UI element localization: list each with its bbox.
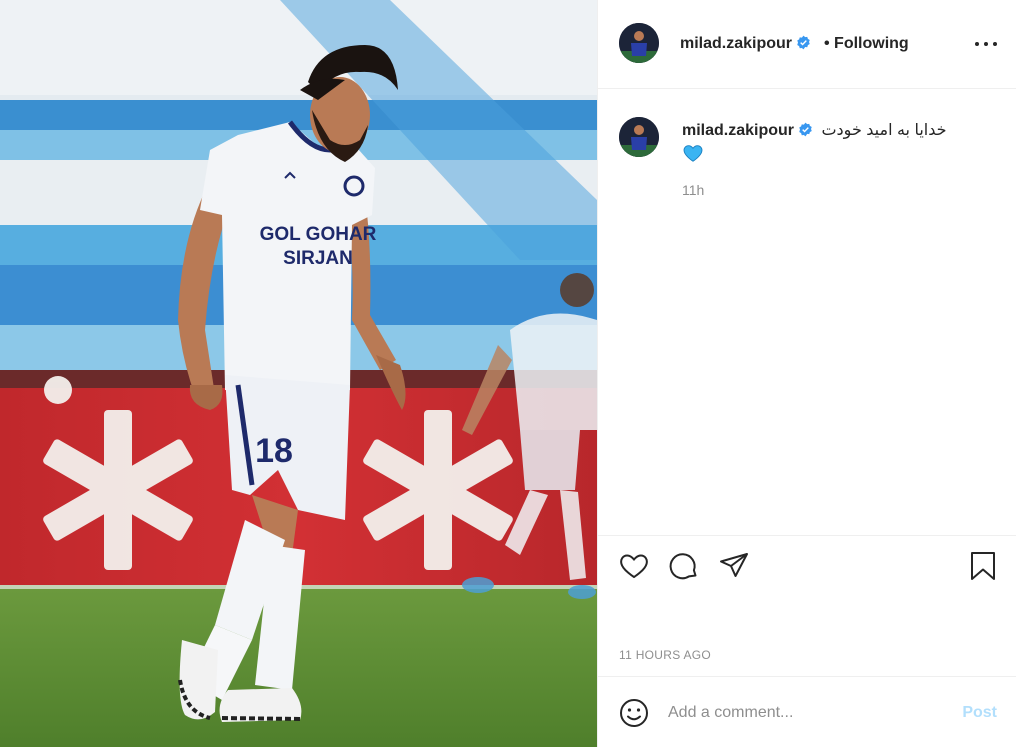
more-options-icon[interactable]: [975, 36, 997, 52]
paper-plane-icon: [720, 553, 748, 577]
post-photo[interactable]: GOL GOHAR SIRJAN 18: [0, 0, 597, 747]
username-text[interactable]: milad.zakipour: [680, 35, 792, 52]
jersey-number: 18: [255, 432, 293, 470]
post-side-panel: milad.zakipour • Following milad.zakipou…: [597, 0, 1016, 747]
avatar[interactable]: [619, 23, 659, 63]
like-button[interactable]: [618, 550, 650, 582]
verified-badge-icon: [799, 122, 812, 137]
comment-bubble-icon: [669, 553, 697, 580]
following-button[interactable]: • Following: [824, 35, 909, 53]
caption-line: milad.zakipour خدایا به امید خودت: [682, 120, 947, 140]
action-bar: [598, 535, 1016, 595]
comment-bar: Post: [598, 676, 1016, 747]
caption-time[interactable]: 11h: [682, 182, 704, 198]
jersey-sponsor-line1: GOL GOHAR: [260, 224, 377, 245]
caption-avatar[interactable]: [619, 117, 659, 157]
bookmark-icon: [971, 552, 995, 580]
post-photo-illustration: GOL GOHAR SIRJAN 18: [0, 0, 597, 747]
comment-button[interactable]: [668, 550, 700, 582]
heart-outline-icon: [620, 554, 648, 579]
post-timestamp[interactable]: 11 HOURS AGO: [619, 648, 711, 662]
username[interactable]: milad.zakipour: [680, 35, 811, 53]
blue-heart-icon: [683, 145, 703, 162]
save-button[interactable]: [967, 550, 999, 582]
post-button[interactable]: Post: [962, 704, 997, 722]
share-button[interactable]: [718, 550, 750, 582]
verified-badge-icon: [797, 35, 810, 50]
comment-input[interactable]: [668, 699, 938, 727]
post-header: milad.zakipour • Following: [598, 0, 1016, 89]
jersey-sponsor-line2: SIRJAN: [283, 248, 353, 269]
caption-text: خدایا به امید خودت: [821, 122, 947, 139]
smiley-icon[interactable]: [618, 697, 650, 729]
caption-username[interactable]: milad.zakipour: [682, 122, 794, 139]
